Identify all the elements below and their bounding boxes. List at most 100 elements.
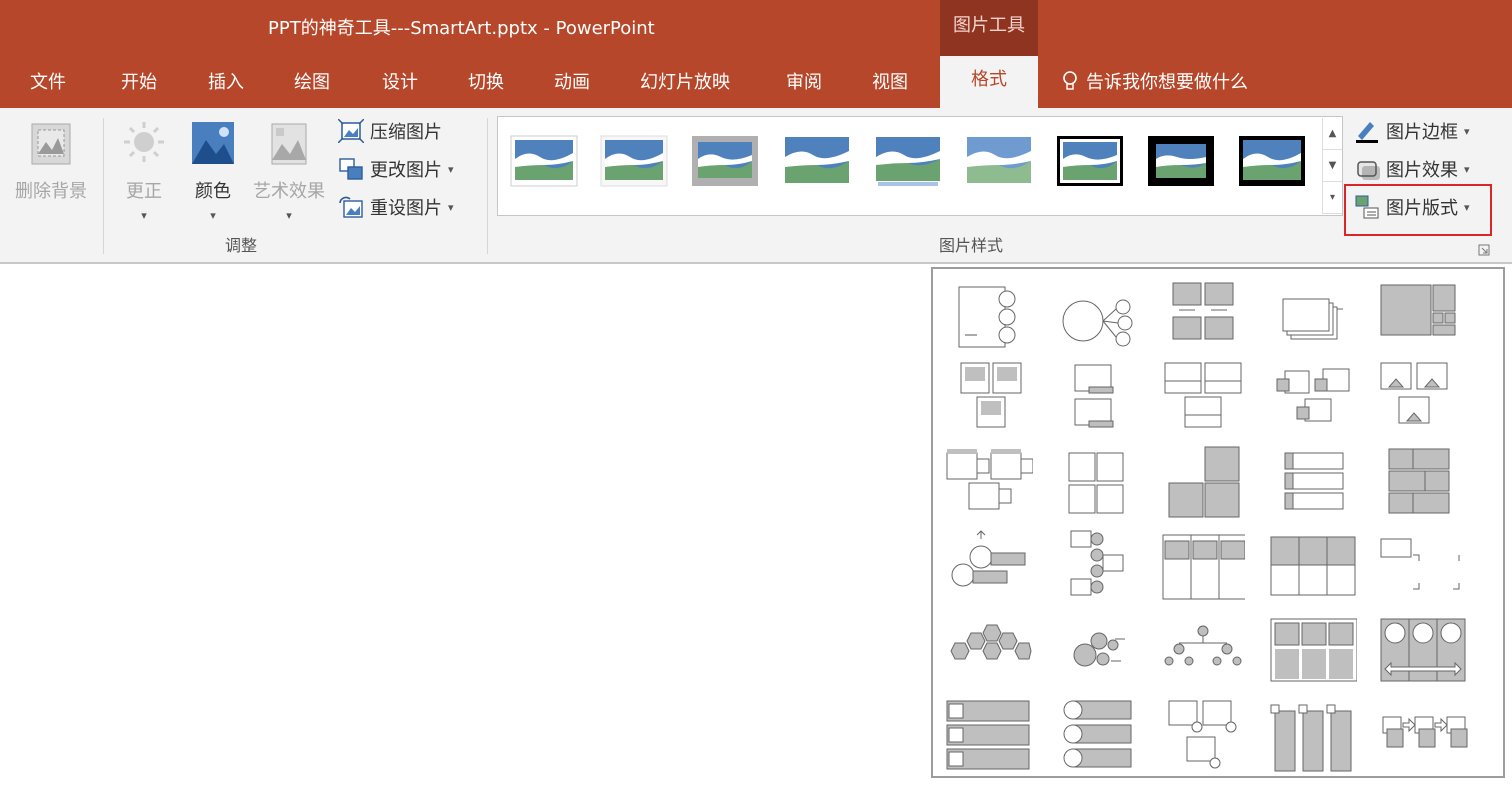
chevron-down-icon: ▾ bbox=[1464, 124, 1470, 138]
change-picture-label: 更改图片 bbox=[370, 160, 442, 181]
layout-option[interactable] bbox=[1053, 615, 1143, 695]
remove-background-icon bbox=[31, 123, 71, 165]
layout-option[interactable] bbox=[1267, 697, 1357, 777]
reset-picture-icon bbox=[339, 196, 363, 218]
tab-slideshow[interactable]: 幻灯片放映 bbox=[640, 68, 730, 94]
style-thumb-3[interactable] bbox=[691, 135, 759, 187]
chevron-down-icon: ▾ bbox=[1464, 162, 1470, 176]
lightbulb-icon bbox=[1063, 71, 1077, 90]
color-label: 颜色 bbox=[195, 181, 231, 202]
picture-styles-group-label: 图片样式 bbox=[939, 236, 1004, 255]
tab-format[interactable]: 格式 bbox=[940, 56, 1038, 108]
color-button[interactable]: 颜色 ▾ bbox=[186, 120, 240, 224]
change-picture-button[interactable]: 更改图片 ▾ bbox=[338, 156, 454, 182]
window-title: PPT的神奇工具---SmartArt.pptx - PowerPoint bbox=[268, 18, 655, 39]
layout-option[interactable] bbox=[1379, 697, 1469, 777]
picture-layout-highlight bbox=[1344, 184, 1492, 236]
style-thumb-9[interactable] bbox=[1238, 135, 1306, 187]
style-thumb-8[interactable] bbox=[1147, 135, 1215, 187]
layout-option[interactable] bbox=[943, 439, 1034, 519]
tab-view[interactable]: 视图 bbox=[872, 68, 908, 94]
picture-border-label: 图片边框 bbox=[1386, 122, 1458, 143]
layout-option[interactable] bbox=[1155, 525, 1248, 605]
tab-file[interactable]: 文件 bbox=[30, 68, 66, 94]
tell-me-text: 告诉我你想要做什么 bbox=[1086, 72, 1248, 93]
pen-icon bbox=[1356, 122, 1378, 143]
change-picture-icon bbox=[339, 158, 363, 180]
separator bbox=[103, 118, 104, 254]
tab-design[interactable]: 设计 bbox=[382, 68, 418, 94]
picture-layout-gallery bbox=[931, 267, 1505, 778]
layout-option[interactable] bbox=[1155, 439, 1245, 519]
artistic-effects-icon bbox=[271, 123, 307, 165]
style-thumb-1[interactable] bbox=[510, 135, 578, 187]
remove-background-label: 删除背景 bbox=[15, 181, 87, 202]
tab-insert[interactable]: 插入 bbox=[208, 68, 244, 94]
layout-option[interactable] bbox=[1267, 615, 1358, 695]
style-thumb-5[interactable] bbox=[874, 135, 942, 187]
ribbon-tab-bar: 文件 开始 插入 绘图 设计 切换 动画 幻灯片放映 审阅 视图 格式 告诉我你… bbox=[0, 56, 1512, 108]
picture-tools-header: 图片工具 bbox=[940, 0, 1038, 56]
layout-option[interactable] bbox=[1053, 359, 1143, 439]
layout-option[interactable] bbox=[1053, 279, 1143, 359]
chevron-down-icon: ▾ bbox=[210, 209, 216, 222]
layout-option[interactable] bbox=[951, 359, 1041, 439]
gallery-scroll-up[interactable]: ▲ bbox=[1323, 118, 1342, 150]
artistic-effects-button[interactable]: 艺术效果 ▾ bbox=[248, 120, 330, 224]
layout-option[interactable] bbox=[1379, 615, 1469, 695]
style-thumb-4[interactable] bbox=[783, 135, 851, 187]
layout-option[interactable] bbox=[951, 279, 1041, 359]
compress-pictures-button[interactable]: 压缩图片 bbox=[338, 118, 442, 144]
layout-option[interactable] bbox=[1267, 279, 1357, 359]
corrections-label: 更正 bbox=[126, 181, 162, 202]
tab-review[interactable]: 审阅 bbox=[786, 68, 822, 94]
layout-option[interactable] bbox=[943, 525, 1033, 605]
chevron-down-icon: ▾ bbox=[286, 209, 292, 222]
reset-picture-button[interactable]: 重设图片 ▾ bbox=[338, 194, 454, 220]
layout-option[interactable] bbox=[1155, 697, 1245, 777]
tab-animations[interactable]: 动画 bbox=[554, 68, 590, 94]
picture-border-button[interactable]: 图片边框 ▾ bbox=[1354, 118, 1470, 144]
layout-option[interactable] bbox=[1371, 279, 1461, 359]
tab-transitions[interactable]: 切换 bbox=[468, 68, 504, 94]
sun-icon bbox=[124, 122, 164, 162]
style-thumb-2[interactable] bbox=[600, 135, 668, 187]
layout-option[interactable] bbox=[943, 697, 1033, 777]
layout-option[interactable] bbox=[1053, 525, 1143, 605]
layout-option[interactable] bbox=[1053, 697, 1143, 777]
layout-option[interactable] bbox=[1267, 525, 1357, 605]
picture-effects-label: 图片效果 bbox=[1386, 160, 1458, 181]
reset-picture-label: 重设图片 bbox=[370, 198, 442, 219]
layout-option[interactable] bbox=[1267, 439, 1357, 519]
remove-background-button[interactable]: 删除背景 bbox=[10, 120, 92, 203]
layout-option[interactable] bbox=[1053, 439, 1143, 519]
dialog-launcher-icon[interactable] bbox=[1478, 244, 1490, 256]
tell-me-search[interactable]: 告诉我你想要做什么 bbox=[1062, 68, 1248, 94]
picture-styles-gallery bbox=[497, 116, 1343, 216]
layout-option[interactable] bbox=[1267, 359, 1357, 439]
separator bbox=[487, 118, 488, 254]
layout-option[interactable] bbox=[1379, 439, 1469, 519]
style-thumb-7[interactable] bbox=[1056, 135, 1124, 187]
layout-option[interactable] bbox=[1371, 359, 1461, 439]
effects-icon bbox=[1357, 161, 1380, 180]
tab-draw[interactable]: 绘图 bbox=[294, 68, 330, 94]
picture-effects-button[interactable]: 图片效果 ▾ bbox=[1354, 156, 1470, 182]
layout-option[interactable] bbox=[1379, 525, 1469, 605]
artistic-effects-label: 艺术效果 bbox=[253, 181, 325, 202]
layout-option[interactable] bbox=[1155, 279, 1245, 359]
corrections-button[interactable]: 更正 ▾ bbox=[116, 120, 172, 224]
layout-option[interactable] bbox=[1155, 359, 1245, 439]
gallery-scroll-down[interactable]: ▼ bbox=[1323, 150, 1342, 182]
layout-option[interactable] bbox=[943, 615, 1033, 695]
layout-option[interactable] bbox=[1155, 615, 1245, 695]
gallery-scroll: ▲ ▼ ▾ bbox=[1322, 118, 1342, 214]
tab-home[interactable]: 开始 bbox=[121, 68, 157, 94]
chevron-down-icon: ▾ bbox=[141, 209, 147, 222]
color-icon bbox=[192, 122, 234, 164]
title-bar: PPT的神奇工具---SmartArt.pptx - PowerPoint bbox=[0, 0, 1512, 56]
gallery-more-button[interactable]: ▾ bbox=[1323, 182, 1342, 214]
style-thumb-6[interactable] bbox=[965, 135, 1033, 187]
compress-label: 压缩图片 bbox=[370, 122, 442, 143]
adjust-group-label: 调整 bbox=[225, 236, 258, 255]
